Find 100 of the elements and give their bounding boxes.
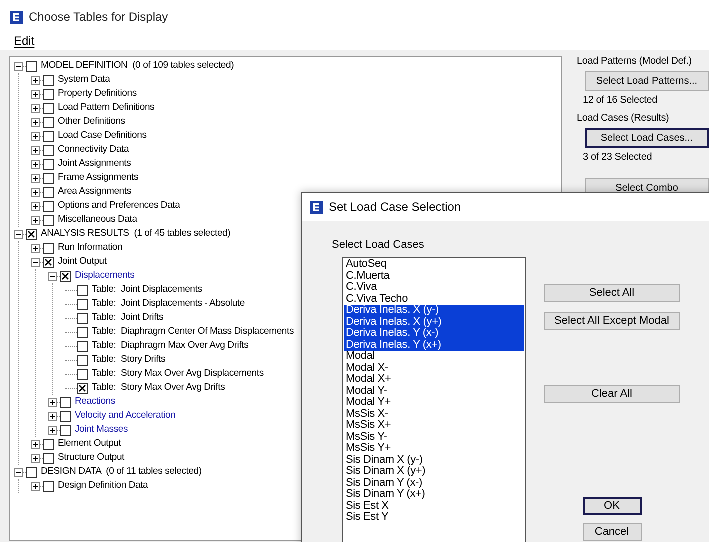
- checkbox[interactable]: [77, 312, 88, 324]
- list-item[interactable]: Sis Est X: [344, 500, 524, 512]
- list-item[interactable]: Modal: [344, 351, 524, 362]
- expand-icon[interactable]: [31, 244, 40, 252]
- select-all-button[interactable]: Select All: [544, 284, 680, 302]
- checkbox[interactable]: [60, 424, 71, 436]
- expand-icon[interactable]: [31, 76, 40, 84]
- tree-item[interactable]: Table: Story Max Over Avg Drifts: [92, 381, 226, 395]
- tree-item[interactable]: Run Information: [58, 241, 123, 255]
- checkbox[interactable]: [60, 270, 71, 282]
- checkbox[interactable]: [77, 368, 88, 380]
- expand-icon[interactable]: [48, 398, 57, 406]
- tree-item[interactable]: Miscellaneous Data: [58, 213, 138, 227]
- expand-icon[interactable]: [31, 160, 40, 168]
- tree-item[interactable]: Other Definitions: [58, 115, 126, 129]
- collapse-icon[interactable]: [31, 258, 40, 266]
- tree-item[interactable]: ANALYSIS RESULTS (1 of 45 tables selected): [41, 227, 231, 241]
- expand-icon[interactable]: [31, 174, 40, 182]
- tree-item[interactable]: Reactions: [75, 395, 116, 409]
- expand-icon[interactable]: [31, 440, 40, 448]
- tree-item[interactable]: Structure Output: [58, 451, 125, 465]
- checkbox[interactable]: [43, 116, 54, 128]
- list-item[interactable]: Sis Dinam X (y-): [344, 454, 524, 466]
- tree-item[interactable]: Table: Joint Displacements: [92, 283, 202, 297]
- expand-icon[interactable]: [31, 118, 40, 126]
- list-item[interactable]: C.Viva: [344, 282, 524, 294]
- expand-icon[interactable]: [31, 188, 40, 196]
- list-item[interactable]: Modal Y+: [344, 397, 524, 408]
- checkbox[interactable]: [43, 256, 54, 268]
- select-load-patterns-button[interactable]: Select Load Patterns...: [585, 71, 709, 91]
- checkbox[interactable]: [43, 438, 54, 450]
- list-item[interactable]: MsSis Y+: [344, 443, 524, 454]
- select-load-cases-button[interactable]: Select Load Cases...: [585, 128, 709, 148]
- expand-icon[interactable]: [31, 482, 40, 490]
- load-case-list[interactable]: [342, 257, 526, 542]
- checkbox[interactable]: [43, 172, 54, 184]
- collapse-icon[interactable]: [14, 468, 23, 476]
- expand-icon[interactable]: [31, 90, 40, 98]
- expand-icon[interactable]: [48, 412, 57, 420]
- tree-item[interactable]: Table: Joint Displacements - Absolute: [92, 297, 245, 311]
- tree-item[interactable]: Connectivity Data: [58, 143, 130, 157]
- cancel-button[interactable]: Cancel: [582, 523, 642, 541]
- checkbox[interactable]: [43, 130, 54, 142]
- checkbox[interactable]: [77, 354, 88, 366]
- expand-icon[interactable]: [31, 104, 40, 112]
- expand-icon[interactable]: [31, 146, 40, 154]
- list-item[interactable]: Sis Dinam X (y+): [344, 466, 524, 478]
- tree-item[interactable]: Area Assignments: [58, 185, 132, 199]
- tree-item[interactable]: DESIGN DATA (0 of 11 tables selected): [41, 465, 202, 479]
- checkbox[interactable]: [43, 144, 54, 156]
- checkbox[interactable]: [43, 102, 54, 114]
- tree-item[interactable]: Table: Diaphragm Center Of Mass Displacements: [92, 325, 294, 339]
- tree-item[interactable]: Property Definitions: [58, 87, 137, 101]
- checkbox[interactable]: [60, 396, 71, 408]
- list-item[interactable]: MsSis Y-: [344, 432, 524, 443]
- checkbox[interactable]: [43, 200, 54, 212]
- tree-item[interactable]: Joint Output: [58, 255, 107, 269]
- tree-item[interactable]: Joint Assignments: [58, 157, 132, 171]
- expand-icon[interactable]: [31, 454, 40, 462]
- checkbox[interactable]: [77, 382, 88, 394]
- select-all-except-modal-button[interactable]: Select All Except Modal: [544, 312, 680, 330]
- tree-item[interactable]: Table: Diaphragm Max Over Avg Drifts: [92, 339, 249, 353]
- expand-icon[interactable]: [48, 426, 57, 434]
- tree-item[interactable]: System Data: [58, 73, 110, 87]
- tree-item[interactable]: Frame Assignments: [58, 171, 139, 185]
- checkbox[interactable]: [77, 326, 88, 338]
- checkbox[interactable]: [77, 284, 88, 296]
- tree-item[interactable]: Table: Joint Drifts: [92, 311, 164, 325]
- list-item[interactable]: Modal Y-: [344, 386, 524, 397]
- checkbox[interactable]: [26, 60, 37, 72]
- ok-button[interactable]: OK: [582, 497, 642, 515]
- clear-all-button[interactable]: Clear All: [544, 385, 680, 403]
- tree-item[interactable]: Table: Story Drifts: [92, 353, 166, 367]
- tree-item[interactable]: Options and Preferences Data: [58, 199, 180, 213]
- tree-item[interactable]: Element Output: [58, 437, 122, 451]
- checkbox[interactable]: [77, 298, 88, 310]
- menu-item[interactable]: Edit: [14, 34, 35, 48]
- collapse-icon[interactable]: [14, 230, 23, 238]
- checkbox[interactable]: [43, 158, 54, 170]
- checkbox[interactable]: [26, 228, 37, 240]
- checkbox[interactable]: [43, 242, 54, 254]
- expand-icon[interactable]: [31, 216, 40, 224]
- tree-item[interactable]: Table: Story Max Over Avg Displacements: [92, 367, 264, 381]
- checkbox[interactable]: [43, 452, 54, 464]
- list-item[interactable]: Modal X-: [344, 362, 524, 374]
- list-item[interactable]: Sis Dinam Y (x+): [344, 489, 524, 500]
- collapse-icon[interactable]: [14, 62, 23, 70]
- checkbox[interactable]: [77, 340, 88, 352]
- checkbox[interactable]: [60, 410, 71, 422]
- tree-item[interactable]: Velocity and Acceleration: [75, 409, 176, 423]
- list-item[interactable]: C.Viva Techo: [344, 294, 524, 305]
- expand-icon[interactable]: [31, 202, 40, 210]
- tree-item[interactable]: Displacements: [75, 269, 135, 283]
- list-item[interactable]: MsSis X-: [344, 408, 524, 420]
- list-item[interactable]: Deriva Inelas. X (y+): [344, 316, 524, 328]
- tree-item[interactable]: Design Definition Data: [58, 479, 148, 493]
- list-item[interactable]: Deriva Inelas. Y (x+): [344, 340, 524, 351]
- checkbox[interactable]: [43, 74, 54, 86]
- checkbox[interactable]: [43, 88, 54, 100]
- tree-item[interactable]: Load Case Definitions: [58, 129, 147, 143]
